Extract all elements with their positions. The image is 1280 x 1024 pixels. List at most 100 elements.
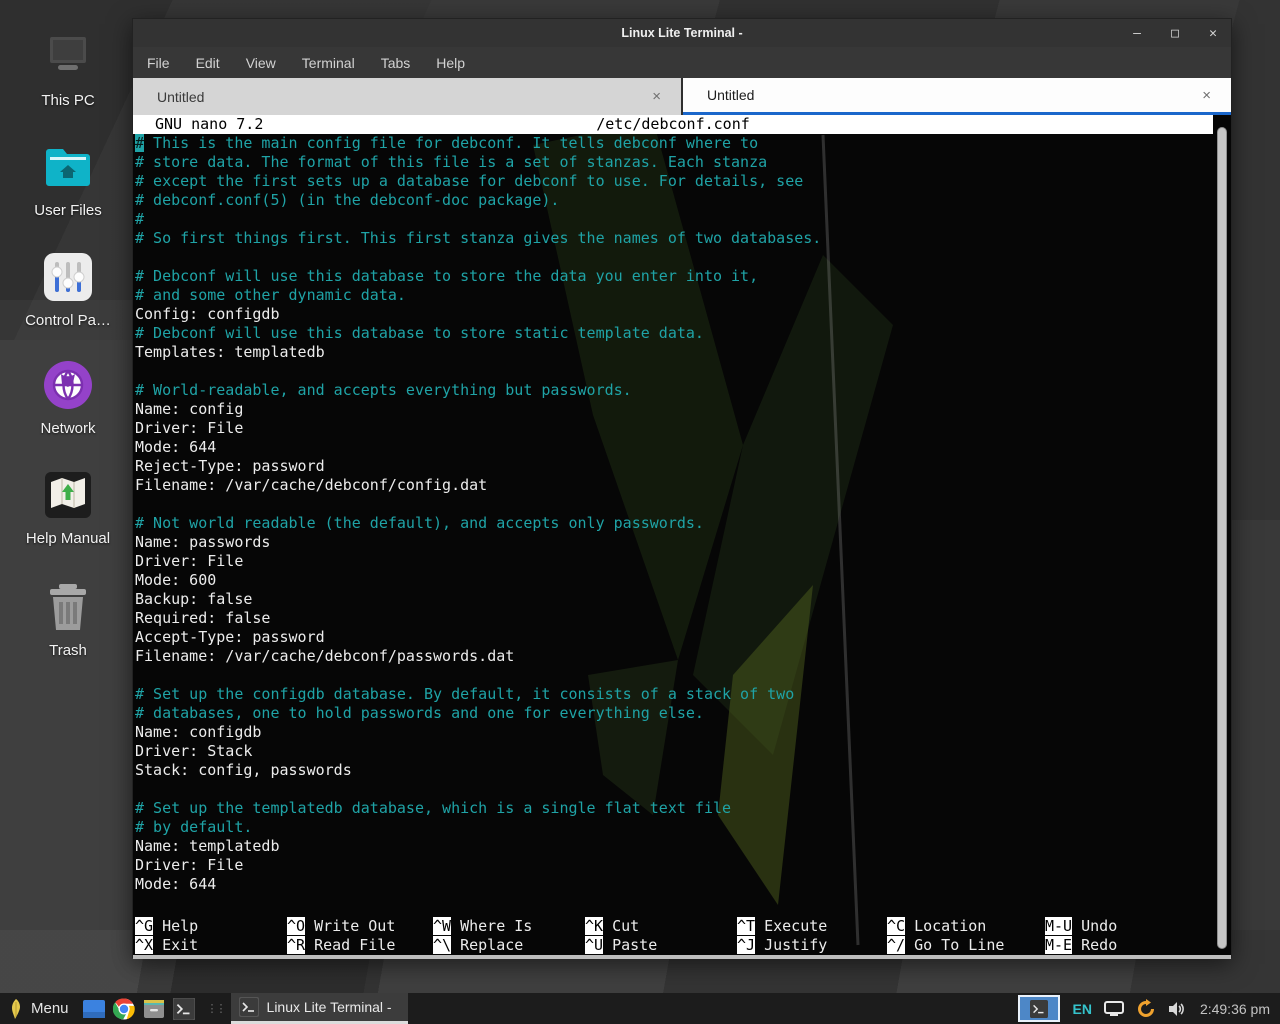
shortcut-key: ^U (585, 936, 603, 954)
minimize-icon[interactable]: – (1129, 26, 1145, 41)
terminal-line (133, 780, 1213, 799)
archive-icon[interactable] (139, 993, 169, 1024)
tab-close-icon[interactable]: × (1196, 85, 1217, 106)
nano-shortcut-undo: M-U Undo (1045, 917, 1213, 936)
menu-item-terminal[interactable]: Terminal (302, 55, 355, 71)
tab-2-untitled[interactable]: Untitled× (683, 78, 1231, 115)
desktop-icon-control-pa[interactable]: Control Pa… (0, 250, 136, 329)
terminal-line: Driver: File (133, 552, 1213, 571)
terminal-line: Mode: 644 (133, 875, 1213, 894)
window-bottom-edge (133, 955, 1231, 959)
tab-label: Untitled (707, 87, 1196, 103)
shortcut-key: ^G (135, 917, 153, 935)
shortcut-key: ^W (433, 917, 451, 935)
terminal-line (133, 248, 1213, 267)
shortcut-key: ^/ (887, 936, 905, 954)
control-panel-icon (41, 250, 95, 304)
tab-bar: Untitled×Untitled× (133, 78, 1231, 115)
display-icon[interactable] (1104, 1001, 1124, 1017)
terminal-launcher-icon[interactable] (169, 993, 199, 1024)
terminal-line: # Not world readable (the default), and … (133, 514, 1213, 533)
desktop-icon-user-files[interactable]: User Files (0, 140, 136, 219)
terminal-line (133, 362, 1213, 381)
nano-shortcut-paste: ^U Paste (585, 936, 737, 955)
shortcut-row-1: ^G Help^O Write Out^W Where Is^K Cut^T E… (133, 917, 1213, 936)
quick-launchers (79, 993, 199, 1024)
window-controls: – □ ✕ (1129, 19, 1221, 47)
terminal-line: Mode: 600 (133, 571, 1213, 590)
shortcut-key: ^J (737, 936, 755, 954)
terminal-icon (239, 997, 259, 1017)
terminal-line: # This is the main config file for debco… (133, 134, 1213, 153)
desktop-icon-label: This PC (0, 92, 136, 109)
menu-item-file[interactable]: File (147, 55, 170, 71)
terminal-line: Driver: File (133, 419, 1213, 438)
desktop-icon-help-manual[interactable]: Help Manual (0, 468, 136, 547)
terminal-line: # (133, 210, 1213, 229)
shortcut-key: M-E (1045, 936, 1072, 954)
terminal-line: Name: templatedb (133, 837, 1213, 856)
terminal-window: Linux Lite Terminal - – □ ✕ File Edit View… (132, 18, 1232, 958)
nano-shortcut-where-is: ^W Where Is (433, 917, 585, 936)
keyboard-layout-indicator[interactable]: EN (1072, 1001, 1091, 1017)
nano-shortcut-execute: ^T Execute (737, 917, 887, 936)
desktop-icon-this-pc[interactable]: This PC (0, 30, 136, 109)
terminal-line: # Set up the templatedb database, which … (133, 799, 1213, 818)
desktop-icon-trash[interactable]: Trash (0, 580, 136, 659)
menu-bar: File Edit View Terminal Tabs Help (133, 47, 1231, 78)
task-button-terminal[interactable]: Linux Lite Terminal - (231, 993, 408, 1024)
maximize-icon[interactable]: □ (1167, 26, 1183, 41)
nano-buffer: # This is the main config file for debco… (133, 134, 1213, 894)
terminal-line: Driver: File (133, 856, 1213, 875)
menu-item-tabs[interactable]: Tabs (381, 55, 411, 71)
terminal-line (133, 495, 1213, 514)
shortcut-key: ^K (585, 917, 603, 935)
shortcut-key: ^C (887, 917, 905, 935)
window-titlebar[interactable]: Linux Lite Terminal - – □ ✕ (133, 19, 1231, 47)
desktop-icon-label: User Files (0, 202, 136, 219)
shortcut-row-2: ^X Exit^R Read File^\ Replace^U Paste^J … (133, 936, 1213, 955)
network-globe-icon (41, 358, 95, 412)
menu-item-help[interactable]: Help (436, 55, 465, 71)
task-button-label: Linux Lite Terminal - (267, 999, 392, 1015)
terminal-scrollbar[interactable] (1217, 127, 1227, 949)
nano-shortcut-replace: ^\ Replace (433, 936, 585, 955)
nano-shortcut-cut: ^K Cut (585, 917, 737, 936)
terminal-line: Reject-Type: password (133, 457, 1213, 476)
volume-icon[interactable] (1168, 1001, 1186, 1017)
start-menu-button[interactable]: Menu (0, 993, 79, 1024)
terminal-line: Name: configdb (133, 723, 1213, 742)
file-manager-icon[interactable] (79, 993, 109, 1024)
clock: 2:49:36 pm (1198, 1001, 1270, 1017)
terminal-view[interactable]: GNU nano 7.2 /etc/debconf.conf # This is… (133, 115, 1231, 959)
linux-lite-logo-icon (8, 998, 24, 1020)
tab-1-untitled[interactable]: Untitled× (133, 78, 681, 115)
nano-title-bar: GNU nano 7.2 /etc/debconf.conf (133, 115, 1213, 134)
terminal-line: Required: false (133, 609, 1213, 628)
desktop-icon-network[interactable]: Network (0, 358, 136, 437)
nano-shortcut-justify: ^J Justify (737, 936, 887, 955)
window-title: Linux Lite Terminal - (133, 26, 1231, 40)
menu-item-view[interactable]: View (246, 55, 276, 71)
home-folder-icon (41, 140, 95, 194)
start-menu-label: Menu (31, 1000, 69, 1017)
shortcut-key: ^\ (433, 936, 451, 954)
menu-item-edit[interactable]: Edit (196, 55, 220, 71)
help-manual-icon (41, 468, 95, 522)
terminal-line: # So first things first. This first stan… (133, 229, 1213, 248)
chrome-icon[interactable] (109, 993, 139, 1024)
desktop-icon-label: Help Manual (0, 530, 136, 547)
tab-close-icon[interactable]: × (646, 86, 667, 107)
tray-terminal-window-box[interactable] (1018, 995, 1060, 1022)
nano-shortcut-go-to-line: ^/ Go To Line (887, 936, 1045, 955)
nano-shortcut-location: ^C Location (887, 917, 1045, 936)
updates-icon[interactable] (1136, 999, 1156, 1019)
close-icon[interactable]: ✕ (1205, 26, 1221, 41)
terminal-line: # World-readable, and accepts everything… (133, 381, 1213, 400)
terminal-line: # and some other dynamic data. (133, 286, 1213, 305)
terminal-line: Name: passwords (133, 533, 1213, 552)
shortcut-key: M-U (1045, 917, 1072, 935)
terminal-line: Config: configdb (133, 305, 1213, 324)
shortcut-key: ^X (135, 936, 153, 954)
desktop-icon-label: Network (0, 420, 136, 437)
